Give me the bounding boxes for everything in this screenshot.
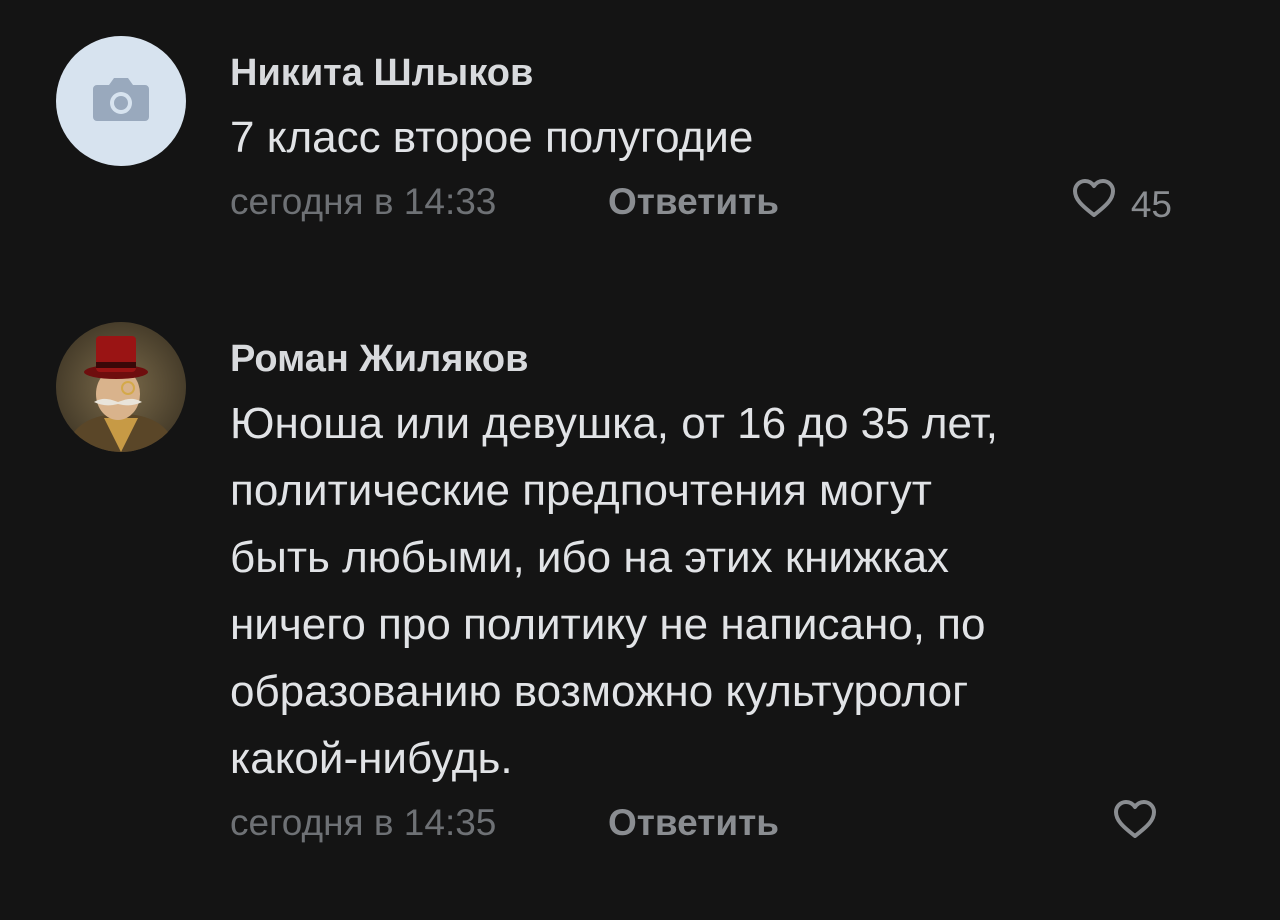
avatar[interactable]	[56, 322, 186, 452]
comment-text: 7 класс второе полугодие	[230, 113, 754, 162]
comment-body: Никита Шлыков 7 класс второе полугодие с…	[230, 50, 1230, 227]
comment-author[interactable]: Роман Жиляков	[230, 336, 528, 382]
heart-icon	[1112, 798, 1158, 853]
user-photo	[56, 322, 186, 452]
like-count: 45	[1130, 183, 1172, 225]
like-button[interactable]	[1112, 798, 1172, 853]
comment-time: сегодня в 14:33	[230, 181, 497, 222]
camera-icon	[89, 73, 153, 130]
comment-author[interactable]: Никита Шлыков	[230, 50, 533, 96]
comment-body: Роман Жиляков Юноша или девушка, от 16 д…	[230, 336, 1230, 848]
reply-button[interactable]: Ответить	[608, 177, 779, 227]
comment-meta: сегодня в 14:33 Ответить 45	[230, 177, 1230, 227]
avatar[interactable]	[56, 36, 186, 166]
comment-text: Юноша или девушка, от 16 до 35 лет, поли…	[230, 399, 999, 783]
reply-button[interactable]: Ответить	[608, 798, 779, 848]
like-button[interactable]: 45	[1071, 177, 1172, 232]
comment-time: сегодня в 14:35	[230, 802, 497, 843]
heart-icon	[1071, 177, 1117, 232]
comment-meta: сегодня в 14:35 Ответить	[230, 798, 1230, 848]
